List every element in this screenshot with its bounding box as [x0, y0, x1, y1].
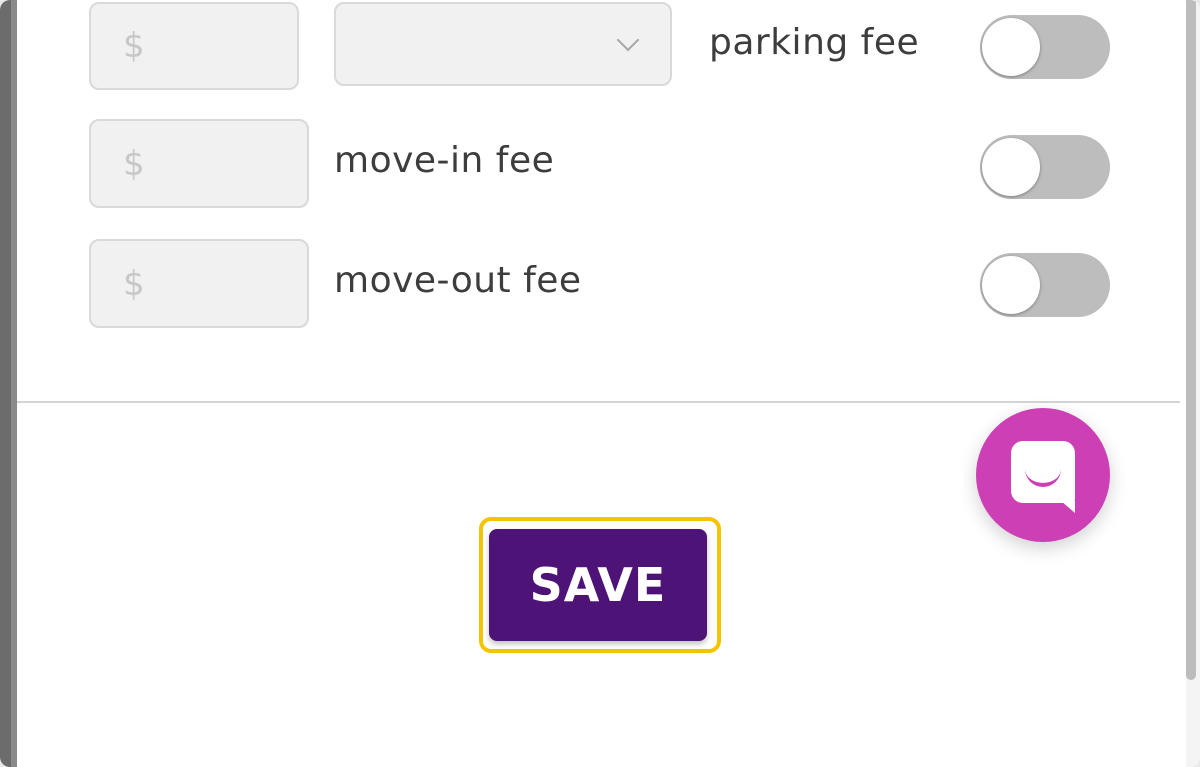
toggle-knob	[982, 256, 1040, 314]
move-in-fee-label: move-in fee	[334, 140, 555, 181]
left-edge-bar-inner	[11, 0, 17, 767]
currency-placeholder: $	[123, 263, 145, 304]
scrollbar-track[interactable]	[1186, 0, 1200, 767]
parking-fee-amount-input[interactable]: $	[89, 2, 299, 90]
move-in-fee-toggle[interactable]	[980, 135, 1110, 199]
move-out-fee-label: move-out fee	[334, 260, 582, 301]
parking-fee-label: parking fee	[709, 22, 920, 63]
left-edge-bar	[0, 0, 17, 767]
toggle-knob	[982, 138, 1040, 196]
currency-placeholder: $	[123, 143, 145, 184]
scrollbar-thumb[interactable]	[1186, 0, 1196, 680]
chat-bubble-smile-icon	[1011, 441, 1075, 513]
chat-launcher-button[interactable]	[976, 408, 1110, 542]
save-button[interactable]: SAVE	[489, 529, 707, 641]
parking-fee-toggle[interactable]	[980, 15, 1110, 79]
parking-fee-type-select[interactable]	[334, 2, 672, 86]
move-in-fee-amount-input[interactable]: $	[89, 119, 309, 208]
currency-placeholder: $	[123, 26, 145, 66]
chevron-down-icon	[616, 28, 640, 52]
fees-form-panel: $ parking fee $ move-in fee $ move-out f…	[0, 0, 1200, 767]
move-out-fee-amount-input[interactable]: $	[89, 239, 309, 328]
toggle-knob	[982, 18, 1040, 76]
move-out-fee-toggle[interactable]	[980, 253, 1110, 317]
chat-smile	[1025, 467, 1061, 487]
section-divider	[17, 401, 1180, 403]
